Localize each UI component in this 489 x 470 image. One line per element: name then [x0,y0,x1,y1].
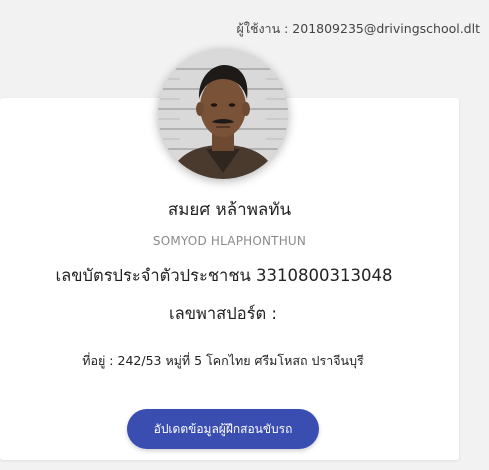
update-instructor-button[interactable]: อัปเดตข้อมูลผู้ฝึกสอนขับรถ [127,409,319,449]
driver-name-english: SOMYOD HLAPHONTHUN [152,234,307,248]
id-card-number: เลขบัตรประจำตัวประชาชน 3310800313048 [55,266,393,285]
profile-page: ผู้ใช้งาน : 201809235@drivingschool.dlt [0,0,489,470]
address: ที่อยู่ : 242/53 หมู่ที่ 5 โคกไทย ศรีมโห… [82,353,364,368]
avatar [158,49,288,179]
profile-photo [158,49,288,179]
passport-number: เลขพาสปอร์ต : [168,304,277,323]
logged-in-user: ผู้ใช้งาน : 201809235@drivingschool.dlt [236,21,480,36]
driver-name-thai: สมยศ หล้าพลทัน [167,200,292,220]
